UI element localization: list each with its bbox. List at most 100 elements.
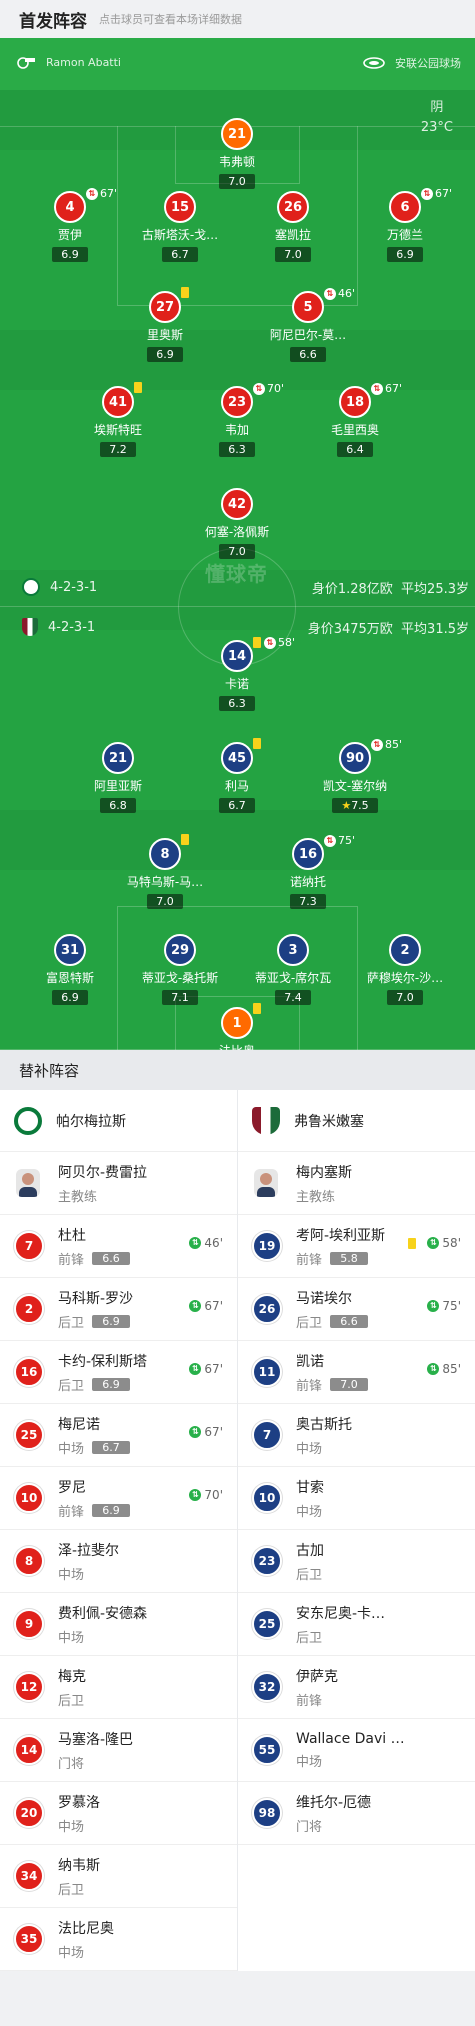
substitution-minute: 70': [267, 382, 285, 395]
jersey-number: 42: [221, 488, 253, 520]
home-team-row[interactable]: 帕尔梅拉斯: [0, 1090, 237, 1152]
substitution-info: ⇅ 75': [427, 1299, 461, 1313]
player-name: 卡约-保利斯塔: [58, 1353, 148, 1370]
player-name: 梅尼诺: [58, 1416, 100, 1433]
player-rating: 7.0: [219, 544, 255, 559]
away-player[interactable]: 16 ⇅ 75' 诺纳托 7.3: [248, 834, 368, 909]
rating-value: 6.4: [346, 443, 364, 456]
substitute-row[interactable]: 20 罗慕洛中场: [0, 1782, 237, 1845]
player-rating: 6.6: [290, 347, 326, 362]
substitute-row[interactable]: 55 Wallace Davi … 中场: [238, 1719, 475, 1782]
substitute-row[interactable]: 12 梅克 后卫: [0, 1656, 237, 1719]
player-rating: 5.8: [330, 1251, 369, 1265]
home-player[interactable]: 6 ⇅ 67' 万德兰 6.9: [345, 187, 465, 262]
away-player[interactable]: 90 ⇅ 85' 凯文-塞尔纳 ★7.5: [295, 738, 415, 813]
jersey-number: 55: [252, 1735, 282, 1765]
player-name: 阿里亚斯: [93, 779, 142, 793]
player-events: ⇅ 67': [371, 382, 402, 395]
jersey-number: 35: [14, 1924, 44, 1954]
player-name: 甘索: [296, 1479, 324, 1496]
home-player[interactable]: 21 韦弗顿 7.0: [177, 118, 297, 189]
substitute-row[interactable]: 8 泽-拉斐尔 中场: [0, 1530, 237, 1593]
player-rating: ★7.5: [332, 798, 378, 813]
substitute-row[interactable]: 2 马科斯-罗沙 后卫 6.9 ⇅ 67': [0, 1278, 237, 1341]
yellow-card-icon: [253, 1003, 261, 1014]
player-position: 中场: [58, 1441, 85, 1457]
substitution-out-icon: ⇅: [86, 187, 98, 200]
away-player[interactable]: 14 ⇅ 58' 卡诺 6.3: [177, 636, 297, 711]
player-position: 中场: [296, 1754, 323, 1770]
home-player[interactable]: 42 何塞-洛佩斯 7.0: [177, 488, 297, 559]
home-formation-label: 4-2-3-1: [50, 579, 98, 595]
home-player[interactable]: 18 ⇅ 67' 毛里西奥 6.4: [295, 382, 415, 457]
page-title: 首发阵容: [19, 11, 87, 32]
substitute-row[interactable]: 35 法比尼奥 中场: [0, 1908, 237, 1971]
player-name: 贾伊: [57, 228, 82, 242]
substitution-out-icon: ⇅: [421, 187, 433, 200]
substitute-row[interactable]: 14 马塞洛-隆巴 门将: [0, 1719, 237, 1782]
away-player[interactable]: 8 马特乌斯-马… 7.0: [105, 834, 225, 909]
substitute-row[interactable]: 98 维托尔-厄德 门将: [238, 1782, 475, 1845]
substitute-row[interactable]: 7 杜杜 前锋 6.6 ⇅ 46': [0, 1215, 237, 1278]
jersey-number: 7: [252, 1420, 282, 1450]
substitute-row[interactable]: 11 凯诺 前锋 7.0 ⇅ 85': [238, 1341, 475, 1404]
away-player[interactable]: 31 富恩特斯 6.9: [10, 934, 130, 1005]
home-player[interactable]: 15 古斯塔沃-戈… 6.7: [120, 191, 240, 262]
substitution-in-icon: ⇅: [189, 1363, 202, 1375]
substitute-row[interactable]: 23 古加 后卫: [238, 1530, 475, 1593]
jersey-number: 34: [14, 1861, 44, 1891]
fluminense-crest-icon: [22, 618, 38, 636]
away-player[interactable]: 2 萨穆埃尔-沙… 7.0: [345, 934, 465, 1005]
home-player[interactable]: 4 ⇅ 67' 贾伊 6.9: [10, 187, 130, 262]
home-player[interactable]: 27 里奥斯 6.9: [105, 287, 225, 362]
player-name: 罗慕洛: [58, 1794, 100, 1811]
jersey-number: 4: [54, 191, 86, 223]
home-player[interactable]: 41 埃斯特旺 7.2: [58, 382, 178, 457]
rating-value: 7.0: [228, 545, 246, 558]
substitute-row[interactable]: 26 马诺埃尔 后卫 6.6 ⇅ 75': [238, 1278, 475, 1341]
player-rating: 6.9: [52, 247, 88, 262]
away-player[interactable]: 3 蒂亚戈-席尔瓦 7.4: [233, 934, 353, 1005]
jersey-number: 9: [14, 1609, 44, 1639]
home-player[interactable]: 26 塞凯拉 7.0: [233, 191, 353, 262]
substitute-row[interactable]: 10 甘索 中场: [238, 1467, 475, 1530]
jersey-number: 18: [339, 386, 371, 418]
player-name: 梅克: [58, 1668, 86, 1685]
away-coach-row[interactable]: 梅内塞斯 主教练: [238, 1152, 475, 1215]
substitute-row[interactable]: 7 奥古斯托 中场: [238, 1404, 475, 1467]
substitute-row[interactable]: 34 纳韦斯 后卫: [0, 1845, 237, 1908]
substitute-row[interactable]: 9 费利佩-安德森 中场: [0, 1593, 237, 1656]
jersey-number: 45: [221, 742, 253, 774]
player-rating: 7.4: [275, 990, 311, 1005]
player-name: 萨穆埃尔-沙…: [366, 971, 444, 985]
player-name: 阿尼巴尔-莫…: [269, 328, 347, 342]
substitute-row[interactable]: 32 伊萨克 前锋: [238, 1656, 475, 1719]
substitution-minute: 85': [385, 738, 403, 751]
substitute-row[interactable]: 25 梅尼诺 中场 6.7 ⇅ 67': [0, 1404, 237, 1467]
substitution-info: ⇅ 85': [427, 1362, 461, 1376]
player-position: 后卫: [296, 1315, 323, 1331]
away-player[interactable]: 29 蒂亚戈-桑托斯 7.1: [120, 934, 240, 1005]
away-player[interactable]: 45 利马 6.7: [177, 738, 297, 813]
jersey-number: 26: [252, 1294, 282, 1324]
player-name: 凯文-塞尔纳: [322, 779, 388, 793]
away-team-row[interactable]: 弗鲁米嫩塞: [238, 1090, 475, 1152]
player-position: 中场: [296, 1504, 323, 1520]
substitute-row[interactable]: 25 安东尼奥-卡… 后卫: [238, 1593, 475, 1656]
jersey-number: 20: [14, 1798, 44, 1828]
away-player[interactable]: 21 阿里亚斯 6.8: [58, 742, 178, 813]
home-player[interactable]: 5 ⇅ 46' 阿尼巴尔-莫… 6.6: [248, 287, 368, 362]
player-position: 中场: [58, 1819, 85, 1835]
away-player[interactable]: 1法比奥7.3: [177, 1003, 297, 1050]
substitution-minute: 67': [204, 1425, 223, 1439]
player-position: 中场: [296, 1441, 323, 1457]
substitution-in-icon: ⇅: [189, 1237, 202, 1249]
substitute-row[interactable]: 16 卡约-保利斯塔 后卫 6.9 ⇅ 67': [0, 1341, 237, 1404]
substitute-row[interactable]: 19 考阿-埃利亚斯 前锋 5.8 ⇅ 58': [238, 1215, 475, 1278]
player-rating: 6.6: [330, 1314, 369, 1328]
home-player[interactable]: 23 ⇅ 70' 韦加 6.3: [177, 382, 297, 457]
home-coach-row[interactable]: 阿贝尔-费雷拉 主教练: [0, 1152, 237, 1215]
substitution-in-icon: ⇅: [427, 1363, 440, 1375]
substitute-row[interactable]: 10 罗尼 前锋 6.9 ⇅ 70': [0, 1467, 237, 1530]
away-formation-label: 4-2-3-1: [48, 619, 96, 635]
